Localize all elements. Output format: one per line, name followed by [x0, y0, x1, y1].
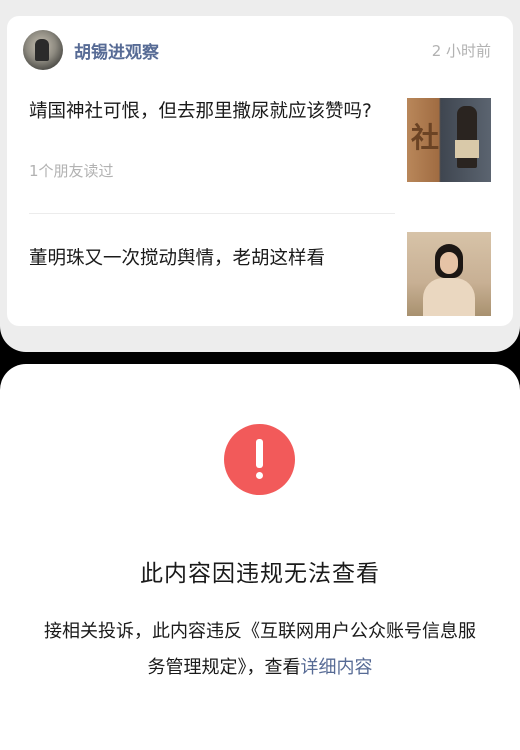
thumbnail-glyph: 社 — [411, 121, 440, 154]
notice-body-text: 接相关投诉，此内容违反《互联网用户公众账号信息服务管理规定》，查看 — [44, 621, 476, 678]
friends-read-count: 1个朋友读过 — [29, 162, 114, 180]
warning-icon — [224, 424, 295, 495]
details-link[interactable]: 详细内容 — [301, 657, 373, 678]
account-message-card: 胡锡进观察 2 小时前 靖国神社可恨，但去那里撒尿就应该赞吗? 1个朋友读过 社… — [7, 16, 513, 326]
thumbnail-face — [440, 252, 458, 274]
article-item[interactable]: 董明珠又一次搅动舆情，老胡这样看 — [29, 214, 491, 316]
article-thumbnail[interactable] — [407, 232, 491, 316]
thumbnail-body — [423, 278, 475, 316]
article-title[interactable]: 董明珠又一次搅动舆情，老胡这样看 — [29, 245, 387, 273]
card-header: 胡锡进观察 2 小时前 — [23, 30, 491, 70]
article-title[interactable]: 靖国神社可恨，但去那里撒尿就应该赞吗? — [29, 98, 387, 126]
account-name[interactable]: 胡锡进观察 — [74, 38, 159, 63]
account-avatar[interactable] — [23, 30, 63, 70]
violation-notice-sheet: 此内容因违规无法查看 接相关投诉，此内容违反《互联网用户公众账号信息服务管理规定… — [0, 364, 520, 750]
article-list-panel: 胡锡进观察 2 小时前 靖国神社可恨，但去那里撒尿就应该赞吗? 1个朋友读过 社… — [0, 0, 520, 352]
warning-icon-dot — [256, 472, 263, 479]
post-time: 2 小时前 — [431, 41, 491, 60]
notice-body: 接相关投诉，此内容违反《互联网用户公众账号信息服务管理规定》，查看详细内容 — [36, 614, 484, 686]
notice-title: 此内容因违规无法查看 — [140, 561, 380, 587]
article-item[interactable]: 靖国神社可恨，但去那里撒尿就应该赞吗? 1个朋友读过 社 — [29, 96, 491, 204]
thumbnail-figure — [455, 106, 479, 168]
article-thumbnail[interactable]: 社 — [407, 98, 491, 182]
warning-icon-bar — [256, 439, 263, 468]
